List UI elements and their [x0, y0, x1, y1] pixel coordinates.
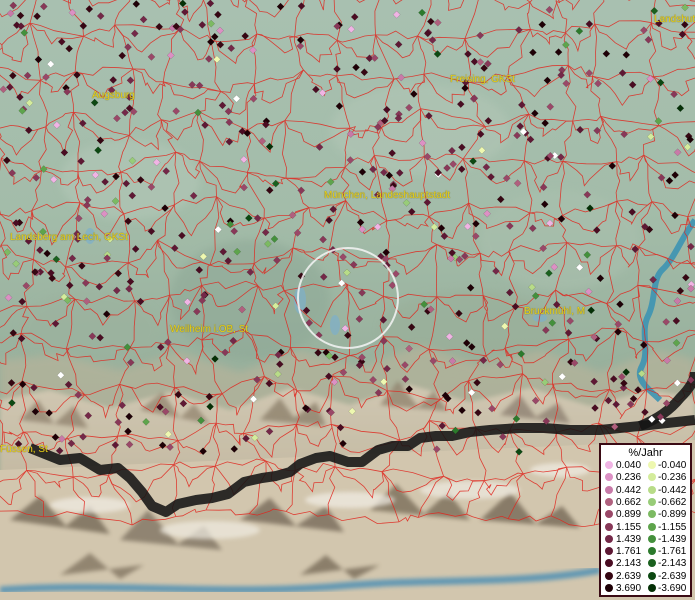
legend-value-positive: 0.236 [616, 472, 642, 484]
legend-value-positive: 2.639 [616, 570, 642, 582]
legend-value-positive: 1.155 [616, 521, 642, 533]
legend-value-negative: -0.236 [658, 472, 687, 484]
legend-value-negative: -1.155 [658, 521, 687, 533]
legend-row: 1.155 -1.155 [604, 522, 694, 533]
legend-row: 1.761 -1.761 [604, 546, 694, 557]
legend-value-negative: -0.040 [658, 460, 687, 471]
legend-swatch-positive [605, 559, 613, 568]
legend-swatch-negative [648, 473, 656, 482]
legend-row: 2.639 -2.639 [604, 571, 694, 582]
legend-value-negative: -0.899 [658, 509, 687, 521]
legend-value-positive: 0.899 [616, 509, 642, 521]
legend-value-negative: -1.761 [658, 546, 687, 558]
legend-row: 0.040 -0.040 [604, 460, 694, 471]
legend-swatch-negative [648, 534, 656, 543]
legend-swatch-negative [648, 584, 656, 592]
legend-swatch-negative [648, 547, 656, 556]
legend-value-positive: 0.442 [616, 484, 642, 496]
legend-row: 1.439 -1.439 [604, 534, 694, 545]
legend-value-positive: 2.143 [616, 558, 642, 570]
legend-swatch-negative [648, 510, 656, 519]
legend-swatch-positive [605, 485, 613, 494]
legend-swatch-negative [648, 485, 656, 494]
legend-value-negative: -3.690 [658, 583, 687, 594]
legend-row: 0.662 -0.662 [604, 497, 694, 508]
legend-title: %/Jahr [628, 447, 663, 459]
legend-swatch-positive [605, 547, 613, 556]
legend-value-positive: 1.761 [616, 546, 642, 558]
legend-swatch-positive [605, 584, 613, 592]
legend-swatch-negative [648, 497, 656, 506]
legend-swatch-negative [648, 571, 656, 580]
legend-row: 0.442 -0.442 [604, 485, 694, 496]
legend-value-negative: -0.662 [658, 496, 687, 508]
legend-swatch-positive [605, 473, 613, 482]
legend-value-negative: -2.143 [658, 558, 687, 570]
legend-value-positive: 1.439 [616, 533, 642, 545]
legend-value-positive: 3.690 [616, 583, 642, 594]
legend-swatch-negative [648, 461, 656, 469]
legend-value-negative: -0.442 [658, 484, 687, 496]
legend-swatch-negative [648, 559, 656, 568]
legend-row: 0.236 -0.236 [604, 472, 694, 483]
legend-row: 2.143 -2.143 [604, 558, 694, 569]
legend-row: 0.899 -0.899 [604, 509, 694, 520]
legend-value-negative: -2.639 [658, 570, 687, 582]
legend-value-negative: -1.439 [658, 533, 687, 545]
legend-swatch-positive [605, 497, 613, 506]
legend-swatch-positive [605, 571, 613, 580]
legend-value-positive: 0.662 [616, 496, 642, 508]
legend-swatch-positive [605, 461, 613, 469]
legend-swatch-positive [605, 510, 613, 519]
legend-swatch-positive [605, 522, 613, 531]
legend-row: 3.690 -3.690 [604, 583, 694, 594]
legend-swatch-positive [605, 534, 613, 543]
legend: %/Jahr 0.040 -0.040 0.236 -0.236 0.442 -0.442… [599, 443, 692, 597]
legend-value-positive: 0.040 [616, 460, 642, 471]
map-canvas[interactable] [0, 0, 695, 600]
legend-swatch-negative [648, 522, 656, 531]
